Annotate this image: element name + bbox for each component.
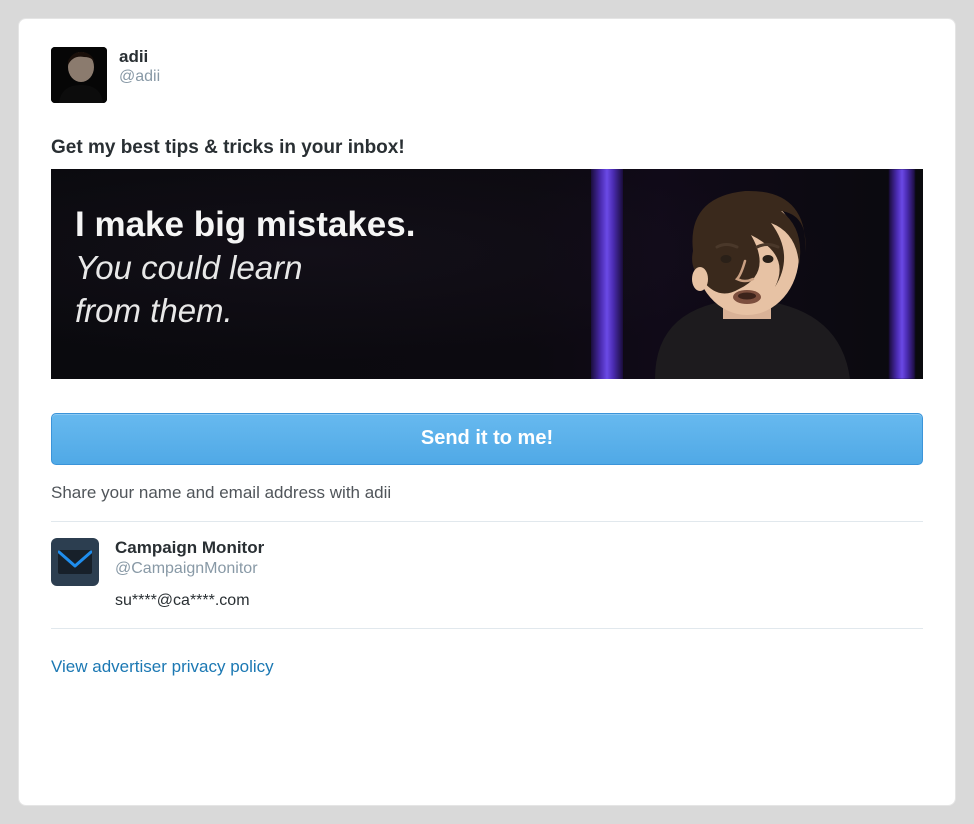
hero-line-2b: from them. — [75, 292, 563, 331]
hero-text: I make big mistakes. You could learn fro… — [75, 205, 563, 331]
card-heading: Get my best tips & tricks in your inbox! — [51, 137, 923, 159]
divider — [51, 628, 923, 629]
advertiser-logo[interactable] — [51, 538, 99, 586]
profile-handle[interactable]: @adii — [119, 67, 160, 88]
advertiser-row: Campaign Monitor @CampaignMonitor su****… — [51, 538, 923, 610]
profile-display-name[interactable]: adii — [119, 47, 160, 67]
hero-line-2a: You could learn — [75, 249, 563, 288]
hero-person — [595, 169, 895, 379]
send-it-to-me-button[interactable]: Send it to me! — [51, 413, 923, 465]
profile-text: adii @adii — [119, 47, 160, 88]
advertiser-name[interactable]: Campaign Monitor — [115, 538, 264, 558]
advertiser-text: Campaign Monitor @CampaignMonitor su****… — [115, 538, 264, 610]
hero-banner: I make big mistakes. You could learn fro… — [51, 169, 923, 379]
divider — [51, 521, 923, 522]
lead-gen-card: adii @adii Get my best tips & tricks in … — [18, 18, 956, 806]
advertiser-email-masked: su****@ca****.com — [115, 592, 264, 610]
profile-header: adii @adii — [51, 47, 923, 103]
person-photo-icon — [595, 169, 895, 379]
privacy-policy-link[interactable]: View advertiser privacy policy — [51, 657, 274, 677]
envelope-icon — [58, 550, 92, 574]
advertiser-handle[interactable]: @CampaignMonitor — [115, 560, 264, 578]
share-disclosure: Share your name and email address with a… — [51, 483, 923, 503]
avatar-image-icon — [51, 47, 107, 103]
cta-wrap: Send it to me! — [51, 413, 923, 465]
hero-line-1: I make big mistakes. — [75, 205, 563, 245]
avatar[interactable] — [51, 47, 107, 103]
